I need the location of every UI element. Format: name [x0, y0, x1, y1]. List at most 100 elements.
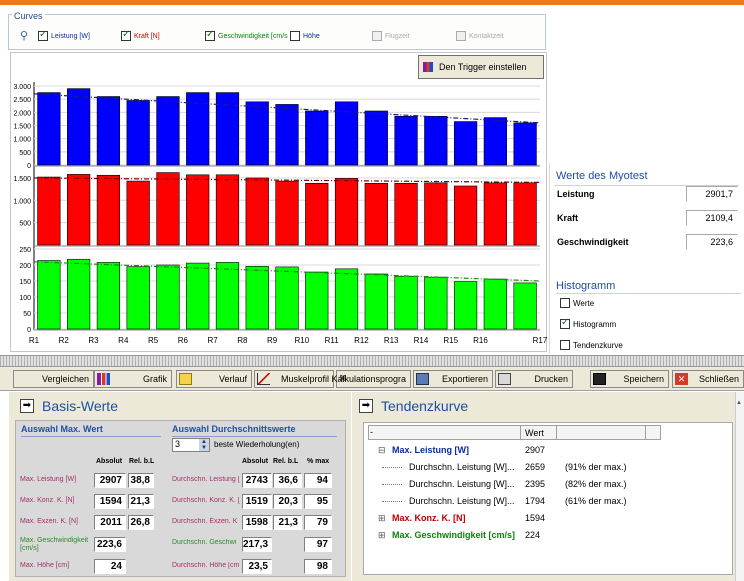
- column-separator[interactable]: [520, 425, 521, 440]
- best-count-value: 3: [175, 439, 181, 449]
- curve-checkbox-kontaktzeit: Kontaktzeit: [456, 31, 504, 41]
- checkbox[interactable]: [560, 340, 570, 350]
- vertical-scrollbar[interactable]: [735, 392, 744, 581]
- hist-option-label: Tendenzkurve: [573, 340, 623, 350]
- max-row-abs: 24: [94, 559, 126, 574]
- column-separator[interactable]: [645, 425, 646, 440]
- arrow-right-icon[interactable]: ➡: [20, 399, 34, 413]
- tree-expander-icon[interactable]: ⊞: [378, 530, 386, 541]
- avg-row-pct: 97: [304, 537, 332, 552]
- bar: [67, 88, 91, 166]
- bar: [453, 121, 478, 166]
- vergleichen-button[interactable]: Vergleichen: [13, 370, 94, 388]
- drucken-button[interactable]: Drucken: [495, 370, 573, 388]
- column-separator[interactable]: [556, 425, 557, 440]
- bar: [483, 117, 507, 166]
- x-tick-label: R8: [237, 336, 248, 345]
- curve-checkbox-hoehe[interactable]: Höhe: [290, 31, 320, 41]
- max-row-rel: 21,3: [128, 494, 154, 509]
- arrow-right-icon[interactable]: ➡: [359, 399, 373, 413]
- max-row-rel: 38,8: [128, 473, 154, 488]
- checkbox[interactable]: [560, 298, 570, 308]
- bar: [215, 92, 240, 166]
- tendenz-row-label: Max. Geschwindigkeit [cm/s]: [392, 530, 516, 540]
- y-tick-label: 500: [19, 221, 31, 228]
- grafik-label: Grafik: [142, 374, 167, 384]
- hist-option-histogramm[interactable]: Histogramm: [560, 317, 616, 329]
- tendenz-row-value: 2659: [525, 462, 546, 472]
- checkbox[interactable]: [38, 29, 48, 41]
- curves-title: Curves: [12, 11, 45, 21]
- avg-row-abs: 2743: [242, 473, 272, 488]
- bar: [453, 281, 478, 330]
- bar: [305, 183, 329, 246]
- schliessen-button[interactable]: ✕ Schließen: [672, 370, 744, 388]
- hist-option-werte[interactable]: Werte: [560, 298, 594, 308]
- verlauf-label: Verlauf: [218, 374, 247, 384]
- col-absolut-avg: Absolut: [242, 458, 269, 465]
- max-row-label: Max. Leistung [W]: [20, 476, 77, 483]
- avg-row-label: Durchschn. Exzen. K: [172, 518, 238, 525]
- max-row-label: Max. Konz. K. [N]: [20, 497, 75, 504]
- save-icon: [593, 373, 606, 385]
- y-tick-label: 2.000: [13, 110, 31, 117]
- x-tick-label: R2: [59, 336, 70, 345]
- bar: [275, 180, 299, 246]
- avg-row-rel: 36,6: [273, 473, 302, 488]
- checkbox[interactable]: [290, 31, 300, 41]
- myotest-value-leistung: 2901,7: [686, 186, 738, 202]
- speichern-button[interactable]: Speichern: [590, 370, 669, 388]
- curve-label: Kraft [N]: [134, 32, 160, 40]
- bar: [394, 115, 418, 166]
- bar: [215, 174, 240, 246]
- kalkulation-button[interactable]: ⌘ Kalkulationsprogra: [331, 370, 411, 388]
- muskelprofil-button[interactable]: Muskelprofil: [254, 370, 334, 388]
- speichern-label: Speichern: [623, 374, 664, 384]
- bar: [305, 110, 329, 166]
- verlauf-button[interactable]: Verlauf: [176, 370, 252, 388]
- tendenz-col-wert[interactable]: Wert: [525, 428, 544, 438]
- y-tick-label: 100: [19, 295, 31, 302]
- checkbox[interactable]: [560, 317, 570, 329]
- printer-icon: [498, 373, 511, 385]
- myotest-label-geschwindigkeit: Geschwindigkeit: [557, 237, 629, 247]
- curve-label: Kontaktzeit: [469, 32, 504, 40]
- curve-checkbox-kraft[interactable]: Kraft [N]: [121, 29, 160, 41]
- trigger-settings-button[interactable]: Den Trigger einstellen: [418, 55, 544, 79]
- zoom-icon[interactable]: ⚲: [20, 29, 28, 42]
- curve-label: Höhe: [303, 32, 320, 40]
- bar: [186, 262, 210, 330]
- scroll-up-icon[interactable]: ▲: [736, 400, 742, 406]
- x-tick-label: R4: [118, 336, 129, 345]
- bar: [305, 271, 329, 330]
- tree-expander-icon[interactable]: ⊟: [378, 445, 386, 456]
- max-row-rel: 26,8: [128, 515, 154, 530]
- checkbox[interactable]: [205, 29, 215, 41]
- vergleichen-label: Vergleichen: [41, 374, 89, 384]
- curve-checkbox-leistung[interactable]: Leistung [W]: [38, 29, 90, 41]
- basis-werte-title: Basis-Werte: [42, 398, 118, 414]
- bar: [37, 260, 61, 330]
- splitter-handle[interactable]: [0, 355, 744, 367]
- tendenz-row-note: (91% der max.): [565, 462, 627, 472]
- avg-row-label: Durchschn. Höhe [cm: [172, 562, 240, 569]
- checkbox[interactable]: [121, 29, 131, 41]
- grafik-button[interactable]: Grafik: [94, 370, 172, 388]
- exportieren-button[interactable]: Exportieren: [413, 370, 493, 388]
- bar: [275, 104, 299, 166]
- bar: [334, 178, 359, 246]
- x-tick-label: R14: [414, 336, 429, 345]
- x-tick-label: R11: [325, 336, 340, 345]
- tree-expander-icon[interactable]: ⊞: [378, 513, 386, 524]
- curve-checkbox-geschwindigkeit[interactable]: Geschwindigkeit [cm/s: [205, 29, 288, 41]
- tree-connector: [382, 501, 402, 502]
- y-tick-label: 200: [19, 263, 31, 270]
- hist-option-tendenzkurve[interactable]: Tendenzkurve: [560, 340, 623, 350]
- avg-section-title: Auswahl Durchschnittswerte: [172, 424, 296, 434]
- bar: [126, 180, 150, 246]
- x-tick-label: R10: [295, 336, 310, 345]
- max-row-abs: 2011: [94, 515, 126, 530]
- bar: [37, 92, 61, 166]
- spinner-updown-icon[interactable]: ▲ ▼: [199, 439, 209, 451]
- bar: [37, 176, 61, 246]
